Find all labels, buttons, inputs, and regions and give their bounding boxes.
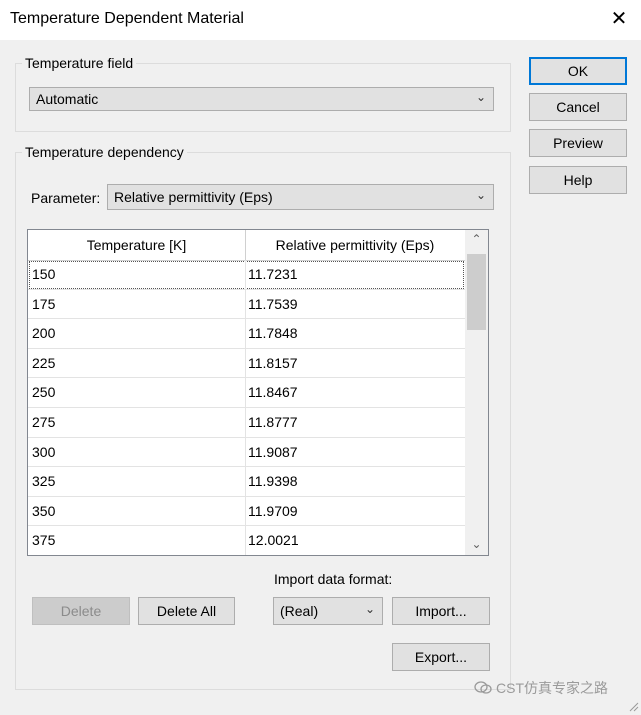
cell-temperature[interactable]: 250 <box>32 384 55 400</box>
import-format-value: (Real) <box>280 603 319 619</box>
table-scrollbar[interactable]: ⌃ ⌄ <box>465 230 488 555</box>
cancel-button[interactable]: Cancel <box>529 93 627 121</box>
table-row[interactable]: 375 12.0021 <box>28 526 465 555</box>
cell-temperature[interactable]: 375 <box>32 532 55 548</box>
help-button[interactable]: Help <box>529 166 627 194</box>
table-row[interactable]: 200 11.7848 <box>28 319 465 349</box>
cell-temperature[interactable]: 150 <box>32 266 55 282</box>
scrollbar-thumb[interactable] <box>467 254 486 330</box>
cell-permittivity[interactable]: 11.9398 <box>248 473 298 489</box>
export-button[interactable]: Export... <box>392 643 490 671</box>
cell-permittivity[interactable]: 11.7848 <box>248 325 298 341</box>
chevron-down-icon: ⌄ <box>364 602 375 616</box>
import-format-dropdown[interactable]: (Real) ⌄ <box>273 597 383 625</box>
import-button[interactable]: Import... <box>392 597 490 625</box>
cell-temperature[interactable]: 325 <box>32 473 55 489</box>
cell-permittivity[interactable]: 11.8467 <box>248 384 298 400</box>
title-bar: Temperature Dependent Material ✕ <box>0 0 641 40</box>
scroll-up-icon[interactable]: ⌃ <box>465 232 488 246</box>
temperature-field-dropdown[interactable]: Automatic ⌄ <box>29 87 494 111</box>
close-icon[interactable]: ✕ <box>606 8 632 30</box>
cell-permittivity[interactable]: 11.7231 <box>248 266 298 282</box>
table-row[interactable]: 150 11.7231 <box>28 260 465 290</box>
delete-all-button[interactable]: Delete All <box>138 597 235 625</box>
ok-button[interactable]: OK <box>529 57 627 85</box>
temperature-field-legend: Temperature field <box>22 55 137 71</box>
watermark: CST仿真专家之路 <box>474 678 608 698</box>
cell-permittivity[interactable]: 11.9087 <box>248 444 298 460</box>
column-header-temperature[interactable]: Temperature [K] <box>28 230 246 260</box>
cell-permittivity[interactable]: 11.8777 <box>248 414 298 430</box>
cell-temperature[interactable]: 275 <box>32 414 55 430</box>
cell-permittivity[interactable]: 11.8157 <box>248 355 298 371</box>
table-row[interactable]: 275 11.8777 <box>28 407 465 438</box>
preview-button[interactable]: Preview <box>529 129 627 157</box>
data-table[interactable]: Temperature [K] Relative permittivity (E… <box>27 229 489 556</box>
parameter-value: Relative permittivity (Eps) <box>114 189 273 205</box>
delete-button[interactable]: Delete <box>32 597 130 625</box>
window-title: Temperature Dependent Material <box>10 10 244 27</box>
scroll-down-icon[interactable]: ⌄ <box>465 537 488 551</box>
parameter-label: Parameter: <box>31 190 101 206</box>
cell-temperature[interactable]: 350 <box>32 503 55 519</box>
temperature-field-value: Automatic <box>36 91 99 107</box>
table-row[interactable]: 175 11.7539 <box>28 289 465 320</box>
table-rows: 150 11.7231 175 11.7539 200 11.7848 225 11.8… <box>28 260 465 555</box>
table-row[interactable]: 250 11.8467 <box>28 378 465 408</box>
resize-grip-icon[interactable] <box>627 699 639 712</box>
temperature-dependency-legend: Temperature dependency <box>22 144 187 160</box>
chevron-down-icon: ⌄ <box>475 90 486 104</box>
cell-temperature[interactable]: 225 <box>32 355 55 371</box>
import-format-label: Import data format: <box>274 571 393 587</box>
cell-temperature[interactable]: 175 <box>32 296 55 312</box>
table-row[interactable]: 325 11.9398 <box>28 467 465 497</box>
cell-temperature[interactable]: 200 <box>32 325 55 341</box>
cell-permittivity[interactable]: 11.9709 <box>248 503 298 519</box>
chevron-down-icon: ⌄ <box>475 188 486 202</box>
table-row[interactable]: 300 11.9087 <box>28 437 465 468</box>
table-row[interactable]: 350 11.9709 <box>28 496 465 527</box>
cell-permittivity[interactable]: 12.0021 <box>248 532 299 548</box>
table-row[interactable]: 225 11.8157 <box>28 348 465 379</box>
cell-permittivity[interactable]: 11.7539 <box>248 296 298 312</box>
table-header: Temperature [K] Relative permittivity (E… <box>28 230 465 261</box>
parameter-dropdown[interactable]: Relative permittivity (Eps) ⌄ <box>107 184 494 210</box>
watermark-text: CST仿真专家之路 <box>496 680 608 696</box>
column-header-permittivity[interactable]: Relative permittivity (Eps) <box>246 230 464 260</box>
wechat-icon <box>474 681 492 695</box>
cell-temperature[interactable]: 300 <box>32 444 55 460</box>
